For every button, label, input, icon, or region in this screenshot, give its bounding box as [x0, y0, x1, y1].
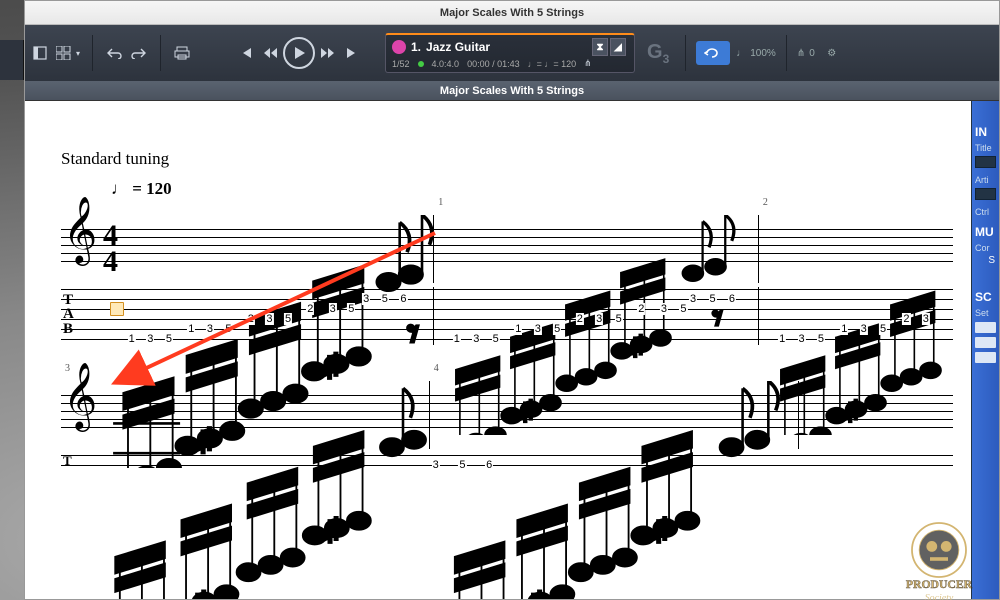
- document-subtitle: Major Scales With 5 Strings: [440, 85, 584, 97]
- rewind-button[interactable]: [259, 38, 281, 68]
- transpose-value: 0: [809, 48, 815, 59]
- measure-4-notation[interactable]: 3 𝄞 ♯: [61, 381, 430, 449]
- tab-system-2-partial: T 356: [61, 453, 953, 469]
- measure-1-tab[interactable]: TAB 135 135 235 235 356: [61, 287, 434, 345]
- measure-2-notation[interactable]: 1 ♯: [434, 215, 759, 283]
- loop-button[interactable]: [696, 41, 730, 65]
- time-current: 00:00: [467, 59, 490, 69]
- transpose-control[interactable]: ⋔ 0: [797, 48, 815, 59]
- speed-control[interactable]: ♩ 100%: [736, 48, 776, 59]
- sidebar-section-score: SC: [972, 284, 999, 306]
- instrument-icon: [392, 40, 406, 54]
- layout-option-icon[interactable]: [975, 337, 996, 348]
- artist-field[interactable]: [975, 188, 996, 200]
- svg-text:♯: ♯: [326, 514, 341, 546]
- print-button[interactable]: [171, 38, 193, 68]
- speed-value: 100%: [750, 48, 776, 59]
- notation-system-2: 3 𝄞 ♯: [61, 381, 953, 449]
- sidebar-section-info: IN: [972, 119, 999, 141]
- track-info-panel[interactable]: 1. Jazz Guitar ⧗ ◢ 1/52 4.0:4.0 00:00 / …: [385, 33, 635, 73]
- bar-position: 1/52: [392, 59, 410, 69]
- notes-beam-group: ♯ ♯: [430, 381, 798, 599]
- track-tool-icons: ⧗ ◢: [592, 38, 626, 56]
- inspector-sidebar[interactable]: IN Title Arti Ctrl MU Cor S SC Set: [971, 101, 999, 599]
- go-end-button[interactable]: [341, 38, 363, 68]
- quarter-note-icon: ♩: [111, 179, 132, 198]
- measure-6-notation-partial[interactable]: [799, 381, 953, 449]
- redo-button[interactable]: [128, 38, 150, 68]
- track-name: Jazz Guitar: [426, 40, 490, 54]
- countdown-icon[interactable]: ⧗: [592, 38, 608, 56]
- go-start-button[interactable]: [235, 38, 257, 68]
- quarter-note-icon: ♩: [736, 48, 746, 59]
- title-field[interactable]: [975, 156, 996, 168]
- svg-text:♯: ♯: [529, 588, 544, 599]
- time-total: 01:43: [497, 59, 520, 69]
- tuning-fork-icon: ⋔: [797, 48, 805, 59]
- measure-3-notation-partial[interactable]: 2 ♯: [759, 215, 953, 283]
- fast-forward-button[interactable]: [317, 38, 339, 68]
- measure-number: 4: [434, 363, 439, 374]
- undo-button[interactable]: [103, 38, 125, 68]
- tuning-fork-icon[interactable]: ⋔: [584, 58, 592, 69]
- play-button[interactable]: [283, 37, 315, 69]
- app-window: Major Scales With 5 Strings ▾: [24, 0, 1000, 600]
- measure-number: 1: [438, 197, 443, 208]
- svg-text:♯: ♯: [325, 349, 340, 382]
- score-viewport[interactable]: Standard tuning ♩ = 120 𝄞 44: [25, 101, 971, 599]
- document-subheader: Major Scales With 5 Strings: [25, 81, 999, 101]
- view-options-icon[interactable]: ▾: [54, 38, 82, 68]
- measure-1-notation[interactable]: 𝄞 44 ♯: [61, 215, 434, 283]
- edit-cursor[interactable]: [110, 302, 124, 316]
- chord-display: G3: [641, 41, 675, 66]
- tab-clef: TAB: [63, 293, 73, 336]
- settings-icon[interactable]: ⚙: [821, 38, 843, 68]
- window-title: Major Scales With 5 Strings: [440, 7, 584, 19]
- layout-option-icon[interactable]: [975, 322, 996, 333]
- tab-partial[interactable]: T 356: [61, 453, 953, 469]
- measure-3-tab-partial[interactable]: 135 135 23: [759, 287, 953, 345]
- tuning-label: Standard tuning: [61, 149, 953, 169]
- layout-option-icon[interactable]: [975, 352, 996, 363]
- sidebar-section-music: MU: [972, 219, 999, 241]
- measure-number: 2: [763, 197, 768, 208]
- svg-text:♯: ♯: [654, 514, 669, 546]
- window-titlebar: Major Scales With 5 Strings: [25, 1, 999, 25]
- svg-text:♯: ♯: [193, 588, 208, 599]
- tempo-marking: ♩ = 120: [111, 179, 953, 199]
- transport-controls: [235, 37, 363, 69]
- main-toolbar: ▾ 1. Jazz Guitar ⧗: [25, 25, 999, 81]
- measure-2-tab[interactable]: 135 135 235 235 356: [434, 287, 759, 345]
- notation-system-1: 𝄞 44 ♯: [61, 215, 953, 283]
- metronome-icon[interactable]: ◢: [610, 38, 626, 56]
- time-signature-display: 4.0:4.0: [432, 59, 460, 69]
- measure-5-notation[interactable]: 4 ♯: [430, 381, 799, 449]
- notes-beam-group: ♯ ♯: [61, 381, 429, 599]
- activity-indicator-icon: [418, 61, 424, 67]
- tempo-mini-display: ♩= ♩= 120: [528, 59, 577, 69]
- tab-system-1: TAB 135 135 235 235 356 135 135 235 235 …: [61, 287, 953, 345]
- panel-toggle-icon[interactable]: [29, 38, 51, 68]
- track-number: 1.: [411, 40, 421, 54]
